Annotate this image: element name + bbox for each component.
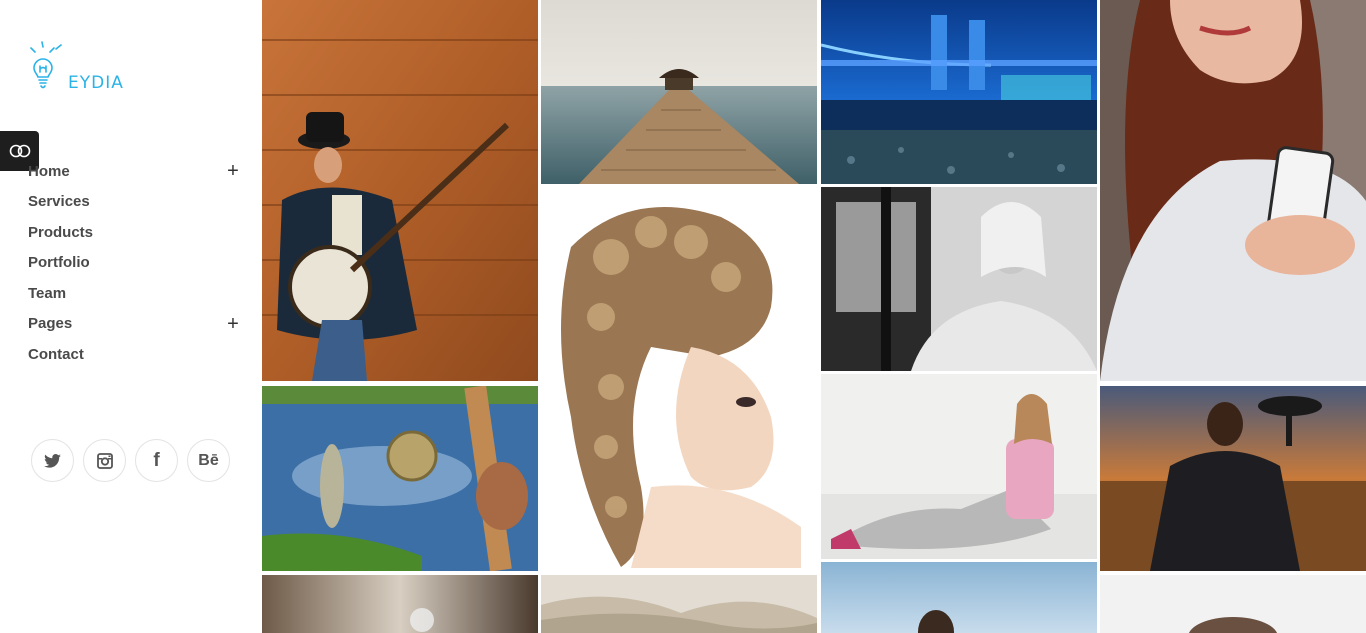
photo-man-savanna	[1100, 386, 1366, 571]
lightbulb-icon	[30, 41, 62, 89]
gallery-item-sky-person[interactable]	[821, 562, 1097, 633]
gallery-item-cafe[interactable]	[262, 575, 538, 633]
gallery-item-fishing-reel[interactable]	[262, 386, 538, 571]
nav-item-label: Pages	[28, 315, 73, 333]
social-links: f Bē	[31, 439, 230, 482]
gallery-item-woman-car[interactable]	[821, 187, 1097, 371]
nav-item-products[interactable]: Products	[28, 217, 240, 248]
nav-item-label: Services	[28, 193, 90, 211]
main-nav: Home + Services Products Portfolio Team …	[28, 156, 240, 370]
photo-desert	[541, 575, 817, 633]
nav-item-label: Portfolio	[28, 254, 90, 272]
portfolio-gallery	[262, 0, 1366, 633]
gallery-item-pier[interactable]	[541, 0, 817, 184]
facebook-link[interactable]: f	[135, 439, 178, 482]
logo-text: EYDIA	[68, 73, 124, 93]
photo-pier	[541, 0, 817, 184]
twitter-link[interactable]	[31, 439, 74, 482]
gallery-item-portrait-bottom[interactable]	[1100, 575, 1366, 633]
photo-sky-person	[821, 562, 1097, 633]
behance-link[interactable]: Bē	[187, 439, 230, 482]
photo-woman-car	[821, 187, 1097, 371]
gallery-item-curly-hair[interactable]	[541, 187, 817, 568]
gallery-item-tower-bridge[interactable]	[821, 0, 1097, 184]
photo-woman-phone	[1100, 0, 1366, 381]
behance-icon: Bē	[198, 451, 219, 469]
twitter-icon	[44, 453, 61, 468]
nav-item-label: Home	[28, 162, 70, 180]
photo-woman-sitting	[821, 374, 1097, 559]
instagram-icon	[96, 452, 113, 469]
gallery-item-desert[interactable]	[541, 575, 817, 633]
photo-curly-hair	[541, 187, 817, 568]
sidebar: EYDIA Home + Services Products Portfolio…	[0, 0, 262, 633]
nav-item-services[interactable]: Services	[28, 187, 240, 218]
logo[interactable]: EYDIA	[28, 40, 124, 96]
photo-fishing-reel	[262, 386, 538, 571]
expand-plus-icon[interactable]: +	[226, 314, 240, 334]
gallery-item-woman-sitting[interactable]	[821, 374, 1097, 559]
nav-item-portfolio[interactable]: Portfolio	[28, 248, 240, 279]
facebook-icon: f	[153, 449, 160, 471]
nav-item-contact[interactable]: Contact	[28, 339, 240, 370]
instagram-link[interactable]	[83, 439, 126, 482]
photo-tower-bridge	[821, 0, 1097, 184]
nav-item-pages[interactable]: Pages +	[28, 309, 240, 340]
gallery-item-banjo-player[interactable]	[262, 0, 538, 381]
gallery-item-woman-phone[interactable]	[1100, 0, 1366, 381]
nav-item-home[interactable]: Home +	[28, 156, 240, 187]
nav-item-label: Products	[28, 223, 94, 241]
photo-banjo-player	[262, 0, 538, 381]
nav-item-label: Team	[28, 284, 67, 302]
nav-item-team[interactable]: Team	[28, 278, 240, 309]
gallery-item-man-savanna[interactable]	[1100, 386, 1366, 571]
photo-portrait-bottom	[1100, 575, 1366, 633]
nav-item-label: Contact	[28, 345, 84, 363]
expand-plus-icon[interactable]: +	[226, 161, 240, 181]
photo-cafe	[262, 575, 538, 633]
